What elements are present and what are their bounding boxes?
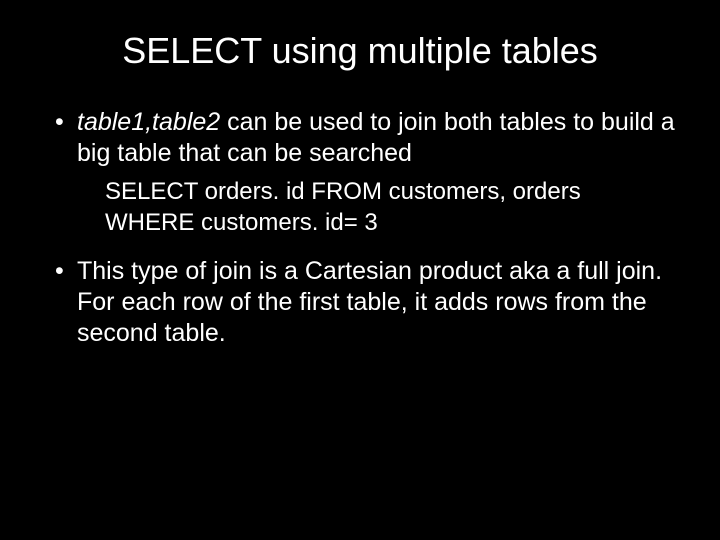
code-block: SELECT orders. id FROM customers, orders… <box>105 176 680 238</box>
code-line-2: WHERE customers. id= 3 <box>105 207 680 238</box>
bullet-item-1: table1,table2 can be used to join both t… <box>55 107 680 238</box>
bullet-list: table1,table2 can be used to join both t… <box>30 107 690 350</box>
slide-title: SELECT using multiple tables <box>30 30 690 72</box>
slide: SELECT using multiple tables table1,tabl… <box>0 0 720 540</box>
bullet-1-italic: table1,table2 <box>77 108 220 136</box>
code-line-1: SELECT orders. id FROM customers, orders <box>105 176 680 207</box>
bullet-2-text: This type of join is a Cartesian product… <box>77 257 662 348</box>
bullet-item-2: This type of join is a Cartesian product… <box>55 256 680 350</box>
